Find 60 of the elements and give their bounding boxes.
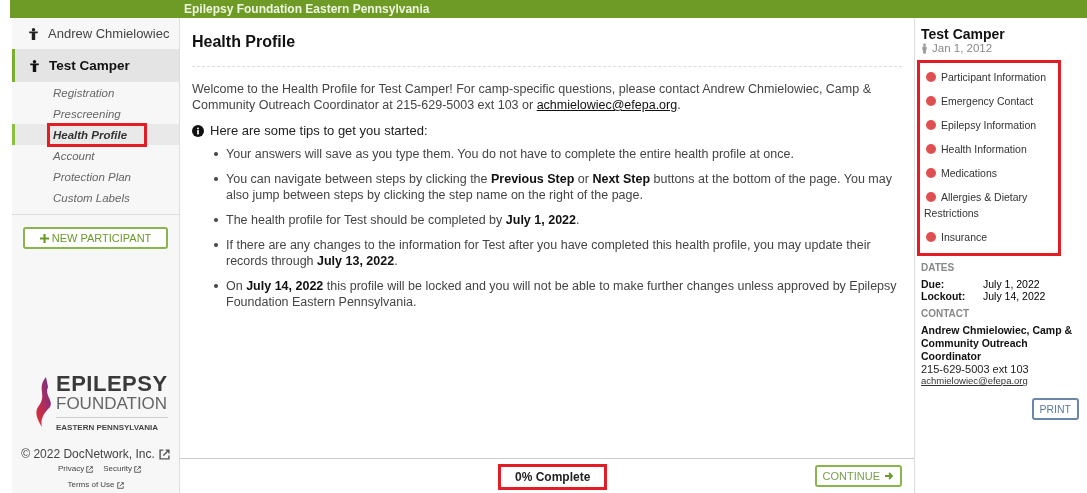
- sidebar-item[interactable]: Protection Plan: [12, 166, 179, 187]
- footer-link[interactable]: Privacy: [57, 463, 85, 475]
- step-link[interactable]: Health Information: [924, 137, 1054, 161]
- tips-heading: Here are some tips to get you started:: [210, 123, 428, 138]
- logo-wordmark: FOUNDATION: [56, 394, 168, 418]
- date-label: Lockout:: [921, 290, 967, 302]
- footer-link[interactable]: Terms of Use: [67, 479, 115, 491]
- section-heading: DATES: [921, 262, 956, 273]
- tip-text: On July 14, 2022 this profile will be locked and you will not be able to make further changes unless approved by Epilepsy Foundation Eastern Pennsylvania.: [226, 278, 898, 310]
- tip-text: The health profile for Test should be completed by July 1, 2022.: [226, 212, 580, 228]
- step-link[interactable]: Emergency Contact: [924, 89, 1054, 113]
- step-link[interactable]: Participant Information: [924, 65, 1054, 89]
- contact-name: Andrew Chmielowiec, Camp & Community Outreach Coordinator: [921, 324, 1074, 363]
- date-value: July 14, 2022: [983, 290, 1046, 302]
- external-link-icon: [116, 481, 124, 489]
- step-link[interactable]: Allergies & Dietary Restrictions: [924, 185, 1054, 225]
- print-button[interactable]: PRINT: [1031, 398, 1079, 420]
- new-participant-button[interactable]: NEW PARTICIPANT: [23, 227, 168, 249]
- logo-subtitle: EASTERN PENNSYLVANIA: [56, 422, 159, 432]
- logo-wordmark: EPILEPSY: [56, 372, 168, 395]
- bullet-icon: [214, 177, 218, 181]
- person-icon: [921, 42, 928, 54]
- tip-text: If there are any changes to the information for Test after you have completed this health profile, you may update their records through July 13, 2022.: [226, 237, 872, 269]
- bullet-icon: [214, 152, 218, 156]
- arrow-right-icon: [884, 471, 894, 481]
- bullet-icon: [214, 218, 218, 222]
- plus-icon: [39, 234, 49, 243]
- progress-label: 0% Complete: [498, 464, 608, 490]
- contact-email-link[interactable]: achmielowiec@efepa.org: [921, 375, 1087, 386]
- intro-paragraph: Welcome to the Health Profile for Test Camper! For camp-specific questions, please contact Andrew Chmielowiec, Camp & Community Outreach Coordinator at 215-629-5003 ext 103 or achmielowiec@efepa.org.: [192, 81, 872, 113]
- bullet-icon: [214, 243, 218, 247]
- external-link-icon: [134, 465, 142, 473]
- section-heading: CONTACT: [921, 308, 971, 319]
- footer-link[interactable]: Security: [103, 463, 133, 475]
- sidebar-item[interactable]: Prescreening: [12, 103, 179, 124]
- date-value: July 1, 2022: [983, 278, 1040, 290]
- person-icon: [30, 59, 39, 72]
- page-title: Health Profile: [192, 18, 902, 67]
- sidebar-item[interactable]: Account: [12, 145, 179, 166]
- bullet-icon: [214, 284, 218, 288]
- person-icon: [29, 27, 38, 40]
- step-link[interactable]: Epilepsy Information: [924, 113, 1054, 137]
- user-name-item[interactable]: Andrew Chmielowiec: [12, 18, 179, 49]
- copyright-text: © 2022 DocNetwork, Inc.: [21, 447, 155, 461]
- participant-name: Test Camper: [921, 26, 1006, 42]
- banner-title: Epilepsy Foundation Eastern Pennsylvania: [184, 2, 430, 16]
- step-link[interactable]: Insurance: [924, 225, 1054, 249]
- sidebar-item[interactable]: Registration: [12, 82, 179, 103]
- contact-phone: 215-629-5003 ext 103: [921, 363, 1030, 375]
- step-link[interactable]: Medications: [924, 161, 1054, 185]
- date-label: Due:: [921, 278, 946, 290]
- tip-text: Your answers will save as you type them. You do not have to complete the entire health profile at once.: [226, 146, 794, 162]
- participant-item[interactable]: Test Camper: [12, 49, 179, 82]
- sidebar-item[interactable]: Health Profile: [12, 124, 179, 145]
- tip-text: You can navigate between steps by clicking the Previous Step or Next Step buttons at the bottom of the page. You may also jump between steps by clicking the step name on the right of the page.: [226, 171, 893, 203]
- external-link-icon: [86, 465, 94, 473]
- external-link-icon: [158, 448, 170, 460]
- birth-date: Jan 1, 2012: [932, 42, 993, 54]
- info-icon: [192, 124, 204, 137]
- sidebar-item[interactable]: Custom Labels: [12, 187, 179, 208]
